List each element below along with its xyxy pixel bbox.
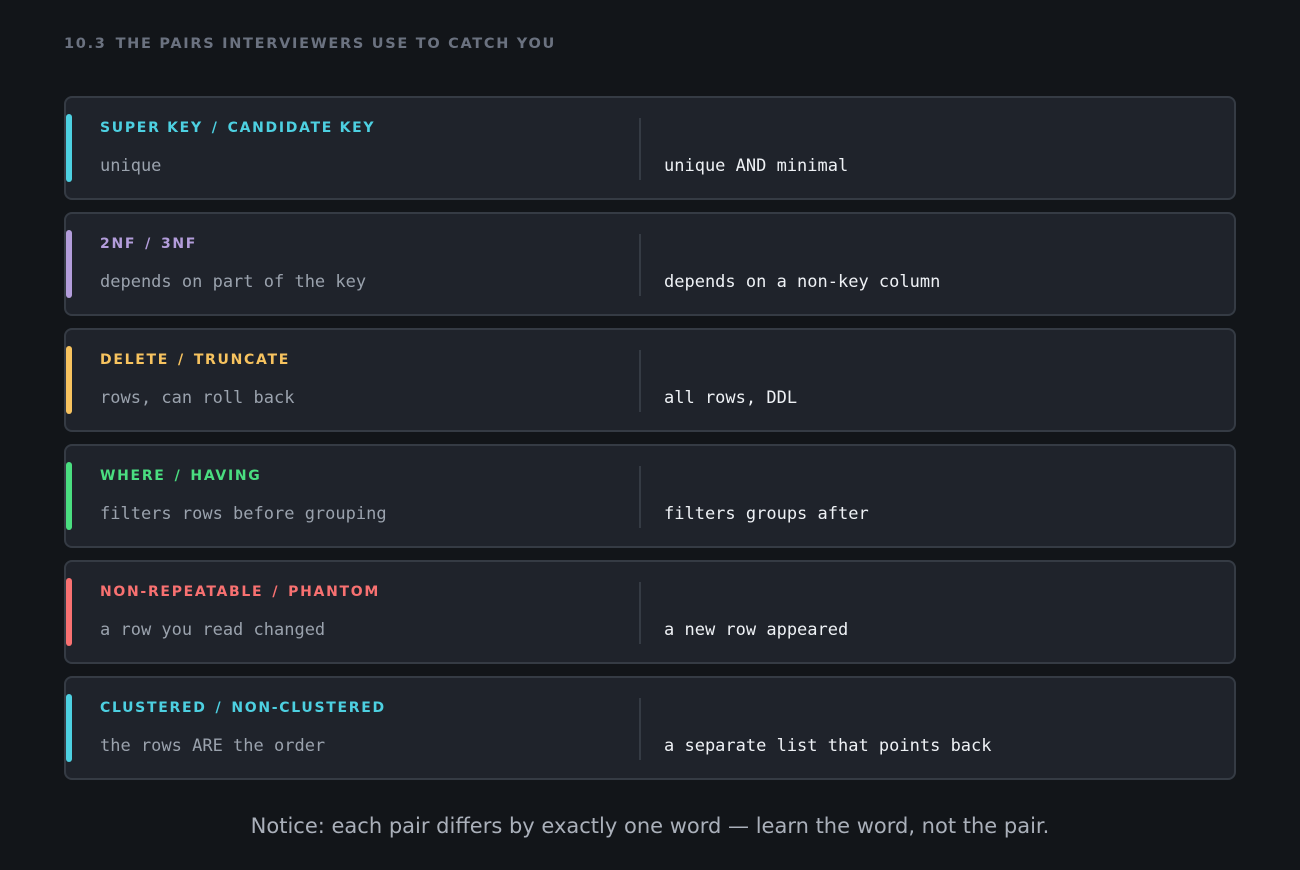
column-divider <box>639 698 641 760</box>
accent-bar <box>66 578 72 646</box>
pair-heading: WHERE / HAVING <box>100 468 261 484</box>
pair-separator: / <box>177 352 185 368</box>
right-term: CANDIDATE KEY <box>227 120 376 136</box>
pair-separator: / <box>145 236 152 252</box>
left-description: depends on part of the key <box>100 272 367 292</box>
section-number: 10.3 <box>64 36 107 52</box>
left-description: rows, can roll back <box>100 388 295 408</box>
left-term: 2NF <box>100 236 137 252</box>
left-description: a row you read changed <box>100 620 326 640</box>
right-term: HAVING <box>190 468 262 484</box>
pair-card: NON-REPEATABLE / PHANTOM a row you read cha… <box>64 560 1236 664</box>
accent-bar <box>66 114 72 182</box>
right-description: a new row appeared <box>664 620 849 640</box>
accent-bar <box>66 230 72 298</box>
section-heading: THE PAIRS INTERVIEWERS USE TO CATCH YOU <box>115 36 556 52</box>
right-term: 3NF <box>160 236 198 252</box>
left-term: CLUSTERED <box>100 700 207 716</box>
pair-heading: CLUSTERED / NON-CLUSTERED <box>100 700 386 716</box>
accent-bar <box>66 346 72 414</box>
pair-card: SUPER KEY / CANDIDATE KEY unique unique AND … <box>64 96 1236 200</box>
right-description: filters groups after <box>664 504 869 524</box>
right-description: all rows, DDL <box>664 388 798 408</box>
pair-card: DELETE / TRUNCATE rows, can roll back all ro… <box>64 328 1236 432</box>
pair-card: 2NF / 3NF depends on part of the key depends… <box>64 212 1236 316</box>
pair-heading: SUPER KEY / CANDIDATE KEY <box>100 120 375 136</box>
pair-heading: DELETE / TRUNCATE <box>100 352 290 368</box>
column-divider <box>639 350 641 412</box>
left-description: unique <box>100 156 162 176</box>
pair-card: CLUSTERED / NON-CLUSTERED the rows ARE the … <box>64 676 1236 780</box>
right-description: depends on a non-key column <box>664 272 941 292</box>
column-divider <box>639 582 641 644</box>
left-term: DELETE <box>100 352 169 368</box>
footer-note: Notice: each pair differs by exactly one… <box>250 814 1050 838</box>
pair-heading: NON-REPEATABLE / PHANTOM <box>100 584 380 600</box>
pair-heading: 2NF / 3NF <box>100 236 197 252</box>
column-divider <box>639 118 641 180</box>
accent-bar <box>66 694 72 762</box>
accent-bar <box>66 462 72 530</box>
pair-separator: / <box>174 468 182 484</box>
left-description: the rows ARE the order <box>100 736 326 756</box>
right-description: a separate list that points back <box>664 736 992 756</box>
pair-separator: / <box>272 584 280 600</box>
left-description: filters rows before grouping <box>100 504 387 524</box>
section-title: 10.3 THE PAIRS INTERVIEWERS USE TO CATCH … <box>64 36 556 52</box>
page: 10.3 THE PAIRS INTERVIEWERS USE TO CATCH … <box>0 0 1300 870</box>
left-term: WHERE <box>100 468 166 484</box>
left-term: NON-REPEATABLE <box>100 584 264 600</box>
left-term: SUPER KEY <box>100 120 203 136</box>
pair-separator: / <box>215 700 223 716</box>
column-divider <box>639 466 641 528</box>
pair-separator: / <box>211 120 219 136</box>
pair-list: SUPER KEY / CANDIDATE KEY unique unique AND … <box>64 96 1236 792</box>
right-description: unique AND minimal <box>664 156 849 176</box>
right-term: PHANTOM <box>288 584 380 600</box>
right-term: TRUNCATE <box>193 352 290 368</box>
pair-card: WHERE / HAVING filters rows before grouping… <box>64 444 1236 548</box>
column-divider <box>639 234 641 296</box>
right-term: NON-CLUSTERED <box>231 700 386 716</box>
